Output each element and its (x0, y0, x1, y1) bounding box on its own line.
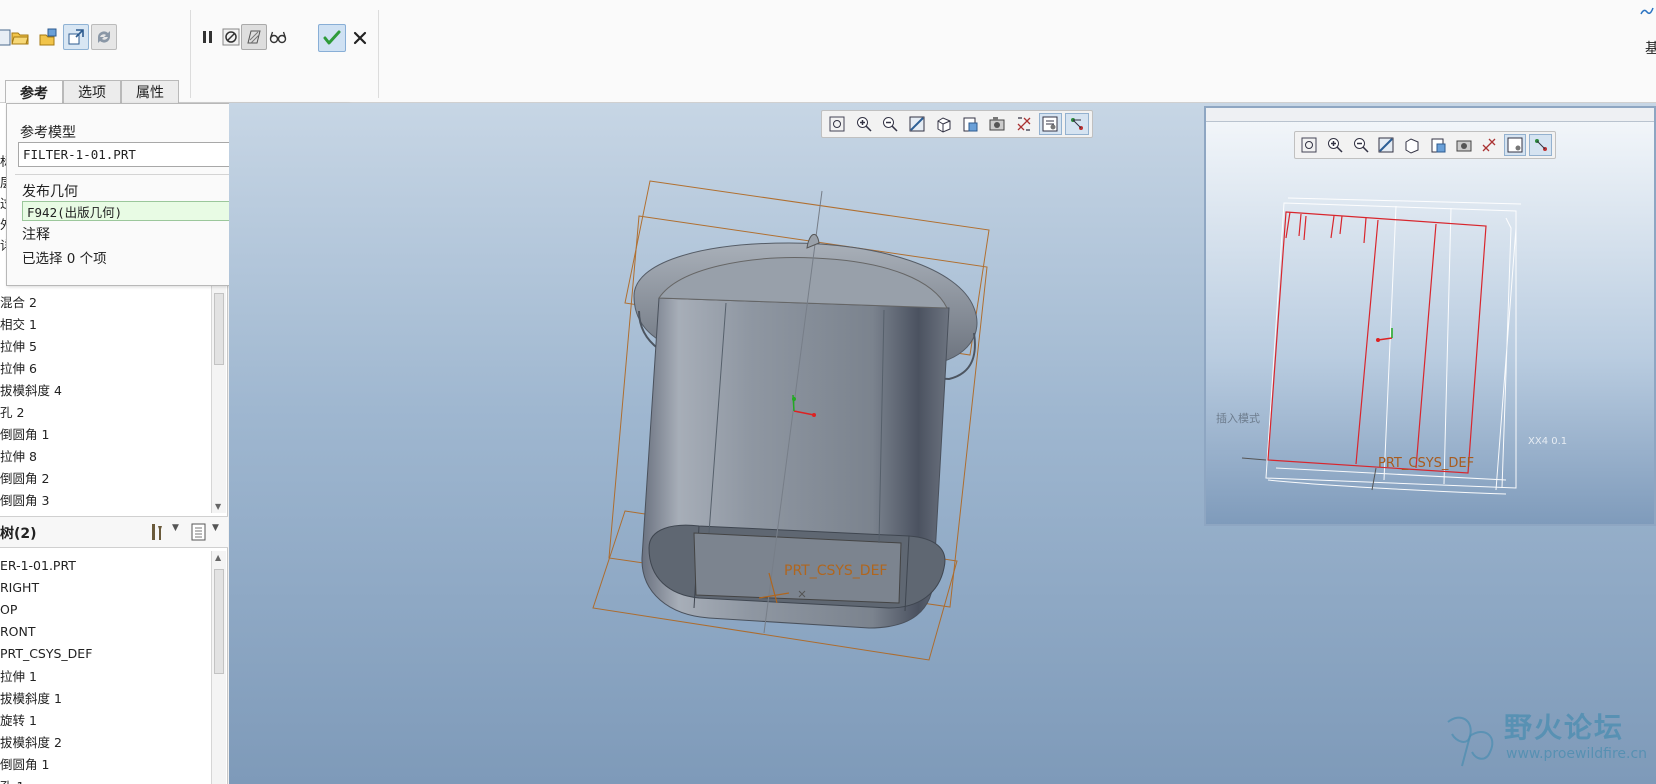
verify-glasses-icon[interactable] (265, 24, 291, 50)
scrollbar-thumb[interactable] (214, 569, 224, 674)
ribbon-cut-label: 基 (1645, 41, 1656, 57)
tree-item[interactable]: 倒圆角 2 (0, 467, 49, 487)
tree-item[interactable]: 相交 1 (0, 313, 37, 333)
tab-reference[interactable]: 参考 (5, 80, 63, 104)
wave-icon (1640, 4, 1654, 18)
watermark-title: 野火论坛 (1504, 711, 1625, 744)
tree-item[interactable]: 倒圆角 3 (0, 489, 49, 509)
preview-info-text: XX4 0.1 (1528, 436, 1567, 448)
tree-item[interactable]: RONT (0, 621, 36, 641)
ref-model-label: 参考模型 (20, 125, 76, 141)
scroll-down-arrow-icon[interactable]: ▼ (215, 502, 221, 511)
publish-geometry-label: 发布几何 (22, 184, 78, 200)
app-window: 基 参考 选项 属性 标 层 过 外 详 混合 2 相交 1 拉伸 5 拉伸 6… (0, 0, 1656, 784)
tree-item[interactable]: 拉伸 6 (0, 357, 37, 377)
tree-item[interactable]: 拔模斜度 2 (0, 731, 62, 751)
tree-section-title: 树(2) (0, 526, 37, 542)
tree-settings-tools-icon[interactable] (148, 522, 168, 542)
ref-model-field[interactable]: FILTER-1-01.PRT (18, 142, 263, 167)
chevron-down-icon[interactable]: ▼ (172, 523, 179, 533)
tree-item[interactable]: 孔 1 (0, 775, 24, 784)
tree-item[interactable]: 孔 2 (0, 401, 24, 421)
watermark-butterfly-logo (1447, 716, 1494, 767)
ribbon: 基 参考 选项 属性 (0, 0, 1656, 104)
ribbon-separator (190, 10, 191, 98)
tree-section-header: 树(2) ▼ ▼ (0, 516, 228, 548)
tree-item[interactable]: 拉伸 5 (0, 335, 37, 355)
tree-columns-icon[interactable] (190, 522, 208, 542)
tree-item[interactable]: 旋转 1 (0, 709, 37, 729)
confirm-check-button[interactable] (318, 24, 346, 52)
tree-item[interactable]: 混合 2 (0, 291, 37, 311)
component-preview-window[interactable]: 插入模式 PRT_CSYS_DEF XX4 0.1 (1204, 106, 1656, 526)
tree-item[interactable]: PRT_CSYS_DEF (0, 643, 92, 663)
preview-csys-label: PRT_CSYS_DEF (1378, 456, 1475, 471)
tab-properties[interactable]: 属性 (121, 80, 179, 103)
tree-item[interactable]: ER-1-01.PRT (0, 555, 76, 575)
graphics-viewport[interactable]: PRT_CSYS_DEF 插入模式 PRT_CSYS_DEF XX4 0.1 野… (229, 103, 1656, 784)
placement-transform-icon[interactable] (63, 24, 89, 50)
tree-item[interactable]: 倒圆角 1 (0, 423, 49, 443)
tree-item[interactable]: 拔模斜度 4 (0, 379, 62, 399)
tab-options[interactable]: 选项 (63, 80, 121, 103)
refresh-icon[interactable] (91, 24, 117, 50)
forum-watermark: 野火论坛 www.proewildfire.cn (1440, 704, 1648, 774)
tree-item[interactable]: RIGHT (0, 577, 39, 597)
insert-mode-label: 插入模式 (1216, 412, 1260, 425)
notes-label: 注释 (22, 227, 50, 243)
preview-geometry-icon[interactable] (241, 24, 267, 50)
cancel-close-icon[interactable] (347, 25, 373, 51)
tree-bottom-scrollbar[interactable]: ▲ (211, 551, 226, 784)
watermark-url: www.proewildfire.cn (1506, 746, 1648, 762)
open-from-model-icon[interactable] (35, 24, 61, 50)
tree-item[interactable]: 拉伸 1 (0, 665, 37, 685)
open-folder-icon[interactable] (7, 24, 33, 50)
ribbon-separator (378, 10, 379, 98)
chevron-down-icon[interactable]: ▼ (212, 523, 219, 533)
selected-count-text: 已选择 0 个项 (22, 251, 107, 267)
scrollbar-thumb[interactable] (214, 293, 224, 365)
preview-info-line: XX4 0.1 (1528, 436, 1568, 447)
csys-label: PRT_CSYS_DEF (784, 563, 888, 579)
tree-item[interactable]: 拉伸 8 (0, 445, 37, 465)
scroll-up-arrow-icon[interactable]: ▲ (215, 553, 221, 562)
tree-item[interactable]: OP (0, 599, 17, 619)
tree-item[interactable]: 倒圆角 1 (0, 753, 49, 773)
tree-item[interactable]: 拔模斜度 1 (0, 687, 62, 707)
